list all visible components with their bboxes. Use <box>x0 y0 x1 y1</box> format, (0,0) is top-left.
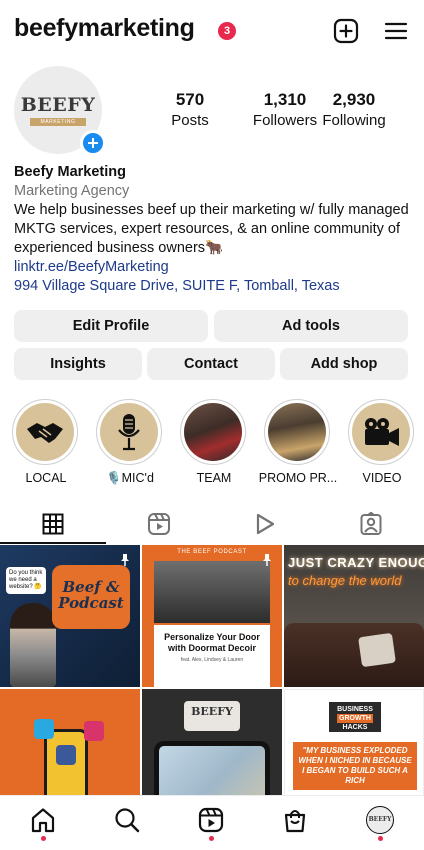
post-bubble-text: Do you think we need a website? 🤔 <box>6 567 46 594</box>
profile-bio: Beefy Marketing Marketing Agency We help… <box>14 163 414 296</box>
mini-avatar-image: BEEFY <box>366 806 394 834</box>
avatar-logo-text: BEEFY <box>20 94 96 116</box>
post-photo <box>154 561 270 623</box>
profile-name: Beefy Marketing <box>14 164 127 180</box>
post-neon-line-1: JUST CRAZY ENOUGH <box>288 555 424 570</box>
highlight-label: 🎙️MIC'd <box>106 471 154 485</box>
profile-avatar[interactable]: BEEFY MARKETING <box>14 66 106 156</box>
contact-button[interactable]: Contact <box>147 348 275 380</box>
highlight-ring <box>12 399 78 465</box>
highlight-label: PROMO PR... <box>258 471 338 485</box>
pin-icon <box>121 554 129 566</box>
instagram-icon <box>84 721 104 741</box>
bio-text: We help businesses beef up their marketi… <box>14 202 409 256</box>
post-tag-line-3: HACKS <box>342 724 368 731</box>
stat-following-label: Following <box>322 112 386 129</box>
stat-posts-label: Posts <box>171 112 209 129</box>
avatar-logo-subtitle: MARKETING <box>30 118 86 126</box>
tab-video[interactable] <box>212 504 318 544</box>
top-header: beefymarketing 3 <box>0 0 424 62</box>
post-thumbnail[interactable]: BEEFY <box>142 689 282 795</box>
tablet-map-image <box>154 741 270 795</box>
stat-following-value: 2,930 <box>332 90 376 109</box>
add-story-icon[interactable] <box>80 130 106 156</box>
profile-username[interactable]: beefymarketing <box>14 14 195 43</box>
stat-following[interactable]: 2,930 Following <box>309 90 399 129</box>
profile-category: Marketing Agency <box>14 183 130 199</box>
tab-reels[interactable] <box>106 504 212 544</box>
play-icon <box>256 513 275 535</box>
microphone-icon <box>100 403 158 461</box>
team-photo <box>184 403 242 461</box>
post-thumbnail[interactable] <box>0 689 140 795</box>
highlight-ring <box>348 399 414 465</box>
post-tag: BUSINESS GROWTH HACKS <box>329 702 381 732</box>
video-camera-icon <box>352 403 410 461</box>
add-shop-button[interactable]: Add shop <box>280 348 408 380</box>
post-neon-line-2: to change the world <box>288 573 402 588</box>
home-icon[interactable] <box>29 806 57 834</box>
facebook-icon <box>56 745 76 765</box>
bottom-navigation: BEEFY <box>0 795 424 850</box>
insights-button[interactable]: Insights <box>14 348 142 380</box>
profile-nav-avatar[interactable]: BEEFY <box>366 806 394 834</box>
ad-tools-button[interactable]: Ad tools <box>214 310 408 342</box>
highlight-local[interactable]: LOCAL <box>12 399 80 485</box>
post-title: Personalize Your Door with Doormat Decoi… <box>164 632 260 653</box>
post-title: Beef & Podcast <box>52 565 130 629</box>
tab-tagged[interactable] <box>318 504 424 544</box>
tab-grid[interactable] <box>0 504 106 544</box>
highlight-video[interactable]: VIDEO <box>348 399 416 485</box>
post-quote: "MY BUSINESS EXPLODED WHEN I NICHED IN B… <box>293 742 417 790</box>
highlight-label: LOCAL <box>25 471 67 485</box>
notification-badge[interactable]: 3 <box>218 22 236 40</box>
post-thumbnail[interactable]: Do you think we need a website? 🤔 Beef &… <box>0 545 140 687</box>
stat-posts[interactable]: 570 Posts <box>145 90 235 129</box>
post-pillow-image <box>358 632 396 668</box>
bio-link[interactable]: linktr.ee/BeefyMarketing <box>14 258 414 277</box>
post-thumbnail[interactable]: JUST CRAZY ENOUGH to change the world <box>284 545 424 687</box>
handshake-icon <box>16 403 74 461</box>
promo-photo <box>268 403 326 461</box>
post-person-image <box>10 603 56 687</box>
posts-grid: Do you think we need a website? 🤔 Beef &… <box>0 545 424 795</box>
pin-icon <box>263 554 271 566</box>
reels-icon[interactable] <box>197 806 225 834</box>
highlight-ring <box>96 399 162 465</box>
notification-dot <box>41 836 46 841</box>
highlight-team[interactable]: TEAM <box>180 399 248 485</box>
active-tab-indicator <box>0 542 106 544</box>
post-subtitle: feat. Alex, Lindsey & Lauren <box>180 657 244 663</box>
post-tag-line-2: GROWTH <box>337 714 373 723</box>
edit-profile-button[interactable]: Edit Profile <box>14 310 208 342</box>
highlight-label: VIDEO <box>362 471 402 485</box>
notification-dot <box>378 836 383 841</box>
post-logo: BEEFY <box>184 701 240 731</box>
search-icon[interactable] <box>113 806 141 834</box>
bio-address[interactable]: 994 Village Square Drive, SUITE F, Tomba… <box>14 277 414 296</box>
reels-icon <box>148 513 170 535</box>
tagged-icon <box>360 512 382 535</box>
twitter-icon <box>34 719 54 739</box>
post-thumbnail[interactable]: BUSINESS GROWTH HACKS "MY BUSINESS EXPLO… <box>284 689 424 795</box>
menu-icon[interactable] <box>383 18 409 44</box>
highlight-label: TEAM <box>196 471 232 485</box>
shop-bag-icon[interactable] <box>281 806 309 834</box>
highlight-promo[interactable]: PROMO PR... <box>259 399 337 485</box>
post-couch-image <box>284 623 424 687</box>
profile-tabs <box>0 504 424 544</box>
post-card: Personalize Your Door with Doormat Decoi… <box>154 625 270 687</box>
post-thumbnail[interactable]: THE BEEF PODCAST Personalize Your Door w… <box>142 545 282 687</box>
create-post-icon[interactable] <box>333 18 359 44</box>
post-tag-line-1: BUSINESS <box>337 706 373 713</box>
highlight-micd[interactable]: 🎙️MIC'd <box>96 399 164 486</box>
grid-icon <box>42 513 64 535</box>
notification-dot <box>209 836 214 841</box>
highlight-ring <box>180 399 246 465</box>
highlight-ring <box>264 399 330 465</box>
stat-posts-value: 570 <box>175 90 205 109</box>
